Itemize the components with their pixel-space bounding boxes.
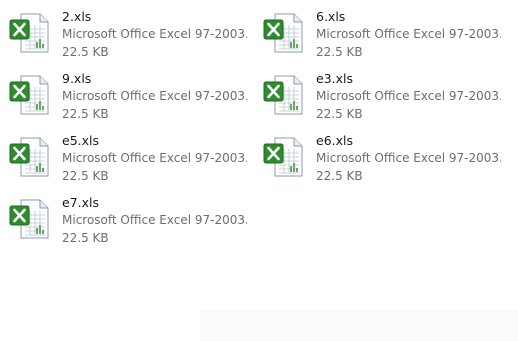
file-type: Microsoft Office Excel 97-2003... [62,89,247,103]
file-size: 22.5 KB [316,169,363,183]
excel-file-icon [8,135,52,179]
file-details: e3.xls Microsoft Office Excel 97-2003...… [316,70,501,123]
file-type: Microsoft Office Excel 97-2003... [62,151,247,165]
file-item-e6-xls[interactable]: e6.xls Microsoft Office Excel 97-2003...… [254,129,504,185]
file-item-2-xls[interactable]: 2.xls Microsoft Office Excel 97-2003... … [0,5,250,61]
excel-file-icon [8,73,52,117]
file-item-e3-xls[interactable]: e3.xls Microsoft Office Excel 97-2003...… [254,67,504,123]
excel-file-icon [8,197,52,241]
file-type: Microsoft Office Excel 97-2003... [316,89,501,103]
file-name: 6.xls [316,9,346,24]
file-name: e5.xls [62,133,99,148]
excel-file-icon [262,135,306,179]
file-item-e5-xls[interactable]: e5.xls Microsoft Office Excel 97-2003...… [0,129,250,185]
file-details: 6.xls Microsoft Office Excel 97-2003... … [316,8,501,61]
file-size: 22.5 KB [62,169,109,183]
file-name: 9.xls [62,71,92,86]
file-size: 22.5 KB [316,45,363,59]
file-details: 2.xls Microsoft Office Excel 97-2003... … [62,8,247,61]
file-name: e3.xls [316,71,353,86]
file-details: e5.xls Microsoft Office Excel 97-2003...… [62,132,247,185]
excel-file-icon [262,73,306,117]
file-name: 2.xls [62,9,92,24]
file-size: 22.5 KB [62,231,109,245]
file-item-6-xls[interactable]: 6.xls Microsoft Office Excel 97-2003... … [254,5,504,61]
excel-file-icon [262,11,306,55]
file-item-9-xls[interactable]: 9.xls Microsoft Office Excel 97-2003... … [0,67,250,123]
file-name: e6.xls [316,133,353,148]
file-size: 22.5 KB [62,45,109,59]
excel-file-icon [8,11,52,55]
file-name: e7.xls [62,195,99,210]
file-type: Microsoft Office Excel 97-2003... [316,27,501,41]
file-item-e7-xls[interactable]: e7.xls Microsoft Office Excel 97-2003...… [0,191,250,247]
file-size: 22.5 KB [62,107,109,121]
file-details: e7.xls Microsoft Office Excel 97-2003...… [62,194,247,247]
file-details: 9.xls Microsoft Office Excel 97-2003... … [62,70,247,123]
file-details: e6.xls Microsoft Office Excel 97-2003...… [316,132,501,185]
file-list: 2.xls Microsoft Office Excel 97-2003... … [0,0,518,341]
file-type: Microsoft Office Excel 97-2003... [316,151,501,165]
file-type: Microsoft Office Excel 97-2003... [62,213,247,227]
file-type: Microsoft Office Excel 97-2003... [62,27,247,41]
background-band [200,310,518,341]
file-size: 22.5 KB [316,107,363,121]
